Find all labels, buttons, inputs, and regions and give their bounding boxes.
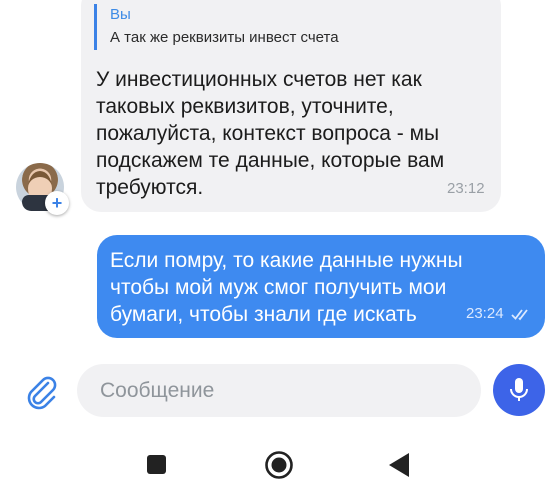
incoming-line: пожалуйста, контекст вопроса - мы <box>96 122 440 145</box>
incoming-message-text: У инвестиционных счетов нет как таковых … <box>96 66 496 201</box>
reply-quote[interactable]: Вы А так же реквизиты инвест счета <box>94 4 339 50</box>
incoming-line: У инвестиционных счетов нет как <box>96 68 422 91</box>
outgoing-line: бумаги, чтобы знали где искать <box>110 303 417 326</box>
incoming-line: требуются. <box>96 176 204 199</box>
home-circle-icon[interactable] <box>264 450 294 480</box>
double-check-icon <box>511 309 528 321</box>
recents-square-icon[interactable] <box>147 455 166 474</box>
quote-author: Вы <box>110 6 131 23</box>
microphone-button[interactable] <box>493 364 545 416</box>
quote-text: А так же реквизиты инвест счета <box>110 29 339 46</box>
add-contact-icon[interactable]: + <box>45 191 69 215</box>
outgoing-line: Если помру, то какие данные нужны <box>110 249 463 272</box>
message-input-placeholder: Сообщение <box>100 379 215 402</box>
incoming-line: таковых реквизитов, уточните, <box>96 95 394 118</box>
back-triangle-icon[interactable] <box>387 452 411 478</box>
outgoing-line: чтобы мой муж смог получить мои <box>110 276 447 299</box>
paperclip-icon[interactable] <box>24 374 60 410</box>
incoming-timestamp: 23:12 <box>447 180 485 197</box>
chat-area: Вы А так же реквизиты инвест счета У инв… <box>0 0 558 360</box>
outgoing-timestamp: 23:24 <box>466 305 504 322</box>
incoming-line: подскажем те данные, которые вам <box>96 149 445 172</box>
message-input[interactable]: Сообщение <box>77 364 481 417</box>
microphone-icon <box>510 378 528 401</box>
outgoing-message-text: Если помру, то какие данные нужны чтобы … <box>110 247 510 328</box>
system-navigation-bar <box>0 435 558 500</box>
